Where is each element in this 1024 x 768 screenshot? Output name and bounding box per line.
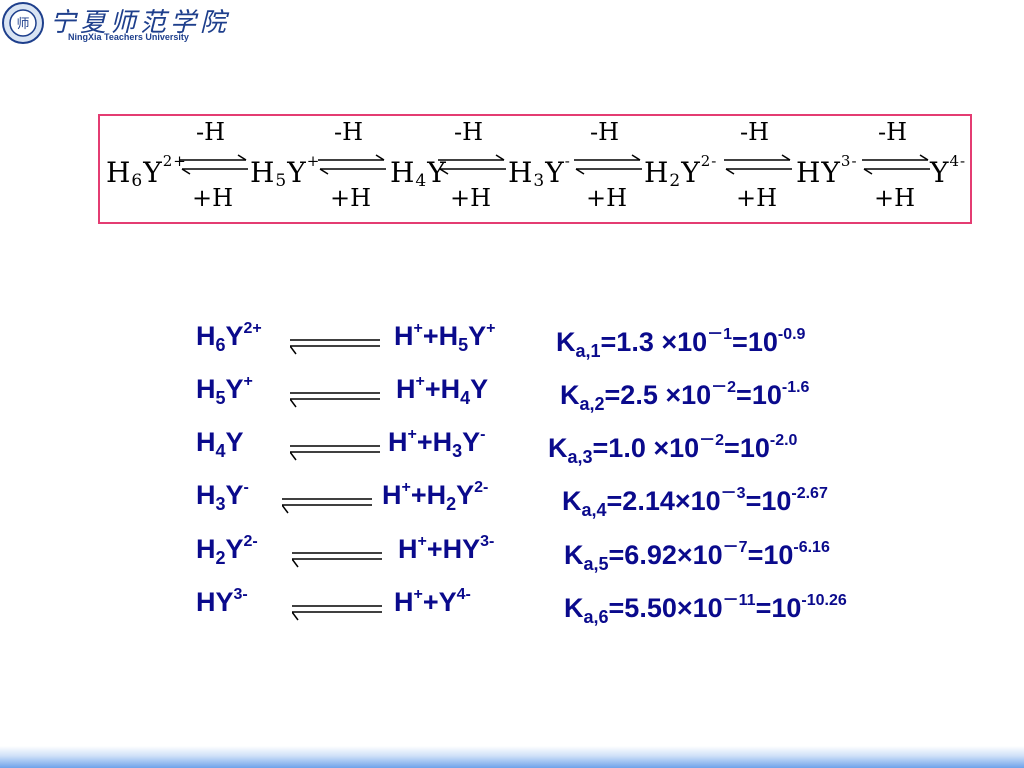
row-ka-value: Ka,5=6.92×10－7=10-6.16 <box>564 539 830 574</box>
equilibrium-row-5: H2Y2- H++HY3- Ka,5=6.92×10－7=10-6.16 <box>196 533 926 574</box>
equilibrium-arrow-icon <box>438 154 506 175</box>
row-ka-value: Ka,4=2.14×10－3=10-2.67 <box>562 485 828 520</box>
equilibrium-arrow-icon <box>282 498 372 514</box>
equilibrium-row-3: H4Y H++H3Y- Ka,3=1.0 ×10－2=10-2.0 <box>196 426 916 467</box>
equilibrium-arrow-icon <box>862 154 930 175</box>
equilibrium-arrow-icon <box>292 605 382 621</box>
chain-species-h3y: H3Y- <box>508 152 571 191</box>
equilibrium-row-4: H3Y- H++H2Y2- Ka,4=2.14×10－3=10-2.67 <box>196 479 926 520</box>
equilibrium-arrow-icon <box>290 339 380 355</box>
row-products: H++H4Y <box>396 373 489 408</box>
school-name-english: NingXia Teachers University <box>68 32 189 42</box>
row-products: H++H3Y- <box>388 426 486 461</box>
row-products: H++H2Y2- <box>382 479 489 514</box>
chain-species-y: Y4- <box>930 152 967 189</box>
row-reactant: H2Y2- <box>196 533 258 568</box>
university-seal-logo: 师 <box>2 2 44 44</box>
chain-species-h5y: H5Y+ <box>250 152 321 191</box>
chain-species-h6y: H6Y2+ <box>106 152 187 191</box>
row-ka-value: Ka,1=1.3 ×10－1=10-0.9 <box>556 326 806 361</box>
footer-gradient-bar <box>0 746 1024 768</box>
row-ka-value: Ka,2=2.5 ×10－2=10-1.6 <box>560 379 810 414</box>
equilibrium-arrow-icon <box>574 154 642 175</box>
equilibrium-row-1: H6Y2+ H++H5Y+ Ka,1=1.3 ×10－1=10-0.9 <box>196 320 916 361</box>
row-products: H++HY3- <box>398 533 495 564</box>
row-ka-value: Ka,6=5.50×10－11=10-10.26 <box>564 592 847 627</box>
chain-equilibrium-arrow-3: -H +H <box>436 118 508 214</box>
row-reactant: H6Y2+ <box>196 320 262 355</box>
svg-text:师: 师 <box>16 17 29 32</box>
row-reactant: H3Y- <box>196 479 249 514</box>
chain-species-h2y: H2Y2- <box>644 152 718 191</box>
row-reactant: HY3- <box>196 586 248 617</box>
row-reactant: H4Y <box>196 427 244 461</box>
chain-equilibrium-arrow-5: -H +H <box>722 118 794 214</box>
chain-equilibrium-arrow-1: -H +H <box>178 118 250 214</box>
chain-species-hy: HY3- <box>796 152 858 189</box>
row-products: H++H5Y+ <box>394 320 496 355</box>
equilibrium-arrow-icon <box>724 154 792 175</box>
chain-equilibrium-arrow-2: -H +H <box>316 118 388 214</box>
equilibrium-arrow-icon <box>292 552 382 568</box>
row-ka-value: Ka,3=1.0 ×10－2=10-2.0 <box>548 432 798 467</box>
chain-equilibrium-arrow-4: -H +H <box>572 118 644 214</box>
equilibrium-row-6: HY3- H++Y4- Ka,6=5.50×10－11=10-10.26 <box>196 586 956 627</box>
equilibrium-arrow-icon <box>180 154 248 175</box>
chain-equilibrium-arrow-6: -H +H <box>860 118 932 214</box>
equilibrium-arrow-icon <box>290 445 380 461</box>
row-reactant: H5Y+ <box>196 373 253 408</box>
equilibrium-row-2: H5Y+ H++H4Y Ka,2=2.5 ×10－2=10-1.6 <box>196 373 916 414</box>
equilibrium-arrow-icon <box>318 154 386 175</box>
row-products: H++Y4- <box>394 586 471 617</box>
equilibrium-arrow-icon <box>290 392 380 408</box>
dissociation-chain-box: H6Y2+ H5Y+ H4Y H3Y- H2Y2- HY3- Y4- -H +H… <box>98 114 972 224</box>
